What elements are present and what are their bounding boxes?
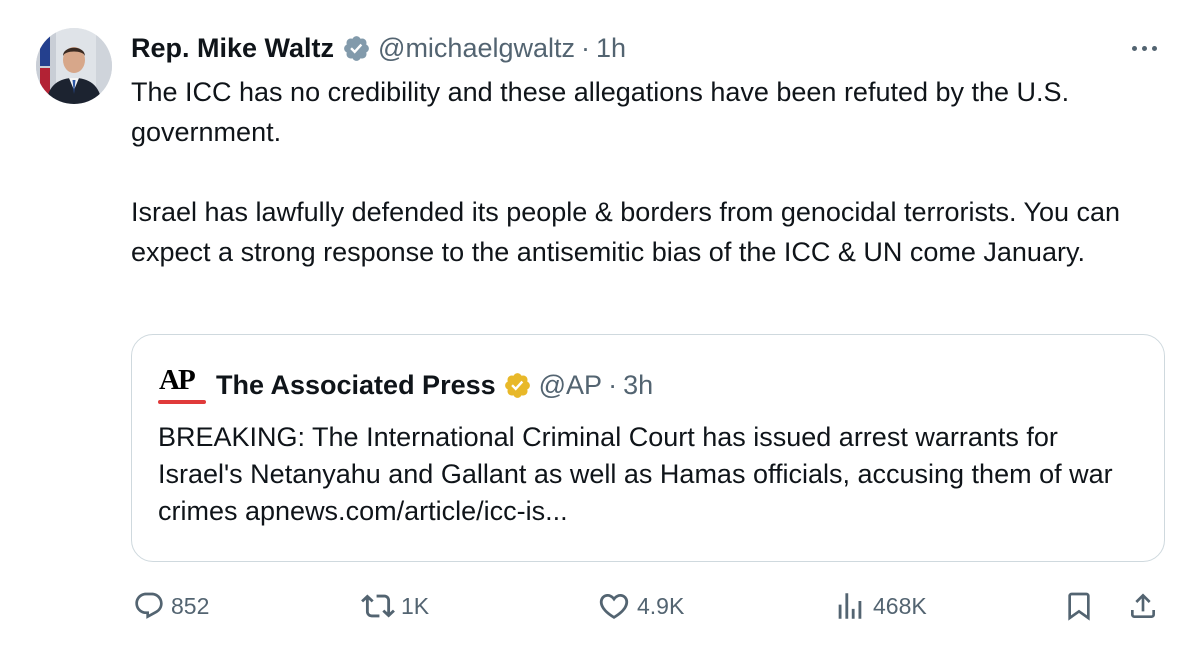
- tweet-timestamp[interactable]: 1h: [596, 33, 626, 64]
- tweet: Rep. Mike Waltz @michaelgwaltz · 1h The …: [0, 0, 1200, 648]
- bookmark-button[interactable]: [1063, 586, 1095, 626]
- header-separator: ·: [581, 32, 591, 63]
- quoted-author-handle[interactable]: @AP: [539, 370, 602, 401]
- heart-icon: [599, 593, 629, 619]
- bookmark-icon: [1068, 592, 1090, 621]
- repost-button[interactable]: 1K: [361, 586, 429, 626]
- share-icon: [1131, 593, 1155, 618]
- quoted-header-separator: ·: [608, 369, 618, 400]
- ap-logo-avatar[interactable]: AP: [158, 363, 208, 407]
- avatar-portrait: [36, 28, 112, 104]
- ap-logo-underline: [158, 400, 206, 404]
- verified-gold-badge-icon[interactable]: [503, 371, 532, 400]
- quoted-tweet-card[interactable]: AP The Associated Press @AP · 3h BREAKIN…: [131, 334, 1165, 562]
- like-count: 4.9K: [637, 592, 685, 619]
- quoted-tweet-text: BREAKING: The International Criminal Cou…: [158, 422, 1113, 526]
- more-options-icon[interactable]: [1124, 36, 1164, 60]
- reply-count: 852: [171, 592, 210, 619]
- repost-count: 1K: [401, 592, 430, 619]
- tweet-paragraph: The ICC has no credibility and these all…: [131, 77, 1070, 147]
- views-count: 468K: [873, 592, 927, 619]
- tweet-paragraph: Israel has lawfully defended its people …: [131, 197, 1121, 267]
- like-button[interactable]: 4.9K: [597, 586, 684, 626]
- quoted-author-name[interactable]: The Associated Press: [216, 370, 496, 401]
- tweet-header: Rep. Mike Waltz @michaelgwaltz · 1h: [131, 28, 626, 68]
- reply-button[interactable]: 852: [133, 586, 209, 626]
- share-button[interactable]: [1127, 586, 1159, 626]
- reply-icon: [135, 592, 163, 619]
- quoted-timestamp[interactable]: 3h: [623, 370, 653, 401]
- avatar[interactable]: [36, 28, 112, 104]
- author-name[interactable]: Rep. Mike Waltz: [131, 33, 334, 64]
- author-handle[interactable]: @michaelgwaltz: [378, 33, 575, 64]
- action-bar: 852 1K 4.9K 468K: [131, 586, 1165, 626]
- repost-icon: [361, 594, 395, 618]
- verified-badge-icon[interactable]: [342, 34, 371, 63]
- ap-logo-text: AP: [159, 364, 196, 396]
- tweet-text: The ICC has no credibility and these all…: [131, 72, 1171, 272]
- quoted-tweet-header: AP The Associated Press @AP · 3h: [158, 363, 653, 407]
- views-chart-icon: [838, 593, 862, 619]
- views-button[interactable]: 468K: [833, 586, 927, 626]
